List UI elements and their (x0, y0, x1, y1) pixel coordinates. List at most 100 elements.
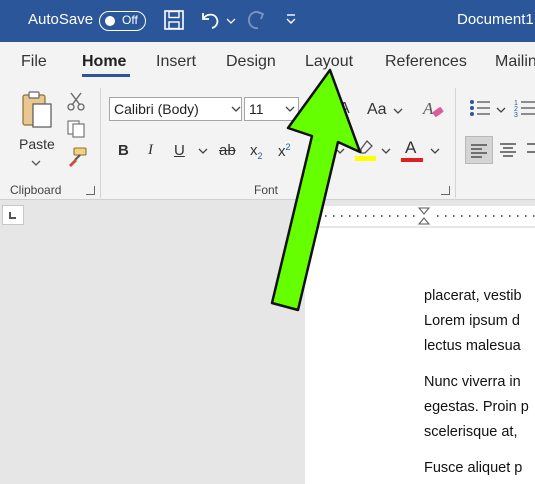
strikethrough-button[interactable]: ab (219, 142, 236, 159)
ruler-tick (461, 215, 463, 217)
superscript-button[interactable]: x2 (278, 142, 291, 160)
paste-label: Paste (19, 136, 55, 152)
tab-home[interactable]: Home (82, 53, 126, 71)
align-left-icon (470, 143, 488, 164)
tab-layout[interactable]: Layout (305, 53, 353, 71)
paste-icon (20, 90, 54, 135)
text-effects-icon[interactable]: A (316, 139, 334, 166)
font-size-value: 11 (249, 101, 264, 117)
italic-button[interactable]: I (148, 142, 153, 159)
copy-icon[interactable] (66, 119, 86, 144)
paste-dropdown-icon[interactable] (31, 154, 41, 172)
ruler-tick (325, 215, 327, 217)
align-left-button[interactable] (465, 136, 493, 164)
grow-font-button[interactable]: A (339, 100, 350, 118)
change-case-button[interactable]: Aa (367, 101, 387, 119)
document-line: Lorem ipsum d (424, 313, 520, 329)
tab-file[interactable]: File (21, 53, 47, 71)
tab-stop-selector[interactable] (2, 205, 24, 225)
font-name-dropdown-icon[interactable] (231, 105, 241, 116)
clipboard-group-label: Clipboard (10, 183, 62, 197)
ruler-tick (517, 215, 519, 217)
tab-references[interactable]: References (385, 53, 467, 71)
subscript-button[interactable]: x2 (250, 142, 263, 161)
ruler-tick (437, 215, 439, 217)
document-line: scelerisque at, (424, 424, 518, 440)
svg-text:3: 3 (514, 112, 518, 118)
highlight-color-icon[interactable] (354, 138, 378, 167)
ruler-tick (469, 215, 471, 217)
ruler-tick (485, 215, 487, 217)
document-page[interactable]: placerat, vestib Lorem ipsum d lectus ma… (305, 228, 535, 484)
undo-icon[interactable] (198, 9, 222, 36)
underline-button[interactable]: U (174, 142, 185, 159)
highlight-dropdown-icon[interactable] (381, 147, 391, 158)
document-line: placerat, vestib (424, 288, 522, 304)
document-line: Fusce aliquet p (424, 460, 523, 476)
align-center-icon[interactable] (499, 142, 517, 163)
toggle-knob (105, 16, 115, 26)
ruler-tick (453, 215, 455, 217)
format-painter-icon[interactable] (66, 146, 88, 173)
document-line: Nunc viverra in (424, 374, 521, 390)
ruler-tick (509, 215, 511, 217)
ruler-tick (373, 215, 375, 217)
font-name-value: Calibri (Body) (114, 101, 199, 117)
document-title: Document1 (457, 11, 534, 28)
ruler-tick (389, 215, 391, 217)
text-effects-dropdown-icon[interactable] (335, 147, 345, 158)
ruler-tick (413, 215, 415, 217)
font-color-button[interactable]: A (401, 136, 425, 162)
group-divider (100, 88, 101, 198)
active-tab-indicator (82, 74, 130, 77)
tab-mailings[interactable]: Mailin (495, 53, 535, 71)
font-name-box[interactable]: Calibri (Body) (109, 97, 242, 121)
font-size-dropdown-icon[interactable] (285, 105, 295, 116)
subscript-mark: 2 (257, 151, 263, 161)
font-color-swatch (401, 158, 423, 162)
subscript-letter: x (250, 142, 258, 159)
ruler-tick (341, 215, 343, 217)
ruler-tick (349, 215, 351, 217)
save-icon[interactable] (163, 9, 185, 36)
indent-marker (417, 207, 431, 215)
superscript-mark: 2 (285, 142, 291, 152)
bullets-icon[interactable] (469, 98, 491, 123)
svg-text:A: A (317, 140, 329, 160)
clipboard-launcher-icon[interactable] (86, 186, 95, 195)
font-group-label: Font (254, 183, 279, 197)
undo-dropdown-icon[interactable] (226, 13, 236, 31)
svg-text:A: A (422, 99, 434, 118)
ruler-tick (525, 215, 527, 217)
ruler-tick (445, 215, 447, 217)
tab-stop-icon (9, 212, 16, 219)
customize-toolbar-icon[interactable] (285, 12, 297, 31)
autosave-label: AutoSave (28, 11, 94, 28)
redo-icon[interactable] (244, 9, 268, 38)
ruler-tick (317, 215, 319, 217)
document-line: lectus malesua (424, 338, 521, 354)
align-right-icon[interactable] (527, 142, 535, 163)
numbering-icon[interactable]: 123 (514, 98, 535, 123)
ruler-tick (357, 215, 359, 217)
superscript-letter: x (278, 143, 286, 160)
bold-button[interactable]: B (118, 142, 129, 159)
ruler-tick (533, 215, 535, 217)
cut-icon[interactable] (67, 91, 85, 116)
tab-design[interactable]: Design (226, 53, 276, 71)
autosave-toggle[interactable]: Off (99, 11, 146, 31)
ruler-tick (501, 215, 503, 217)
bullets-dropdown-icon[interactable] (496, 106, 506, 117)
ruler-tick (381, 215, 383, 217)
underline-dropdown-icon[interactable] (198, 147, 208, 158)
font-launcher-icon[interactable] (441, 186, 450, 195)
font-color-dropdown-icon[interactable] (430, 147, 440, 158)
clear-formatting-icon[interactable]: A (421, 97, 445, 126)
horizontal-ruler[interactable] (305, 206, 535, 226)
paste-button[interactable]: Paste (14, 88, 58, 166)
change-case-dropdown-icon[interactable] (393, 107, 403, 118)
tab-insert[interactable]: Insert (156, 53, 196, 71)
indent-marker (417, 217, 431, 225)
font-color-letter: A (405, 138, 417, 157)
ribbon-tabs: File Home Insert Design Layout Reference… (0, 42, 535, 82)
